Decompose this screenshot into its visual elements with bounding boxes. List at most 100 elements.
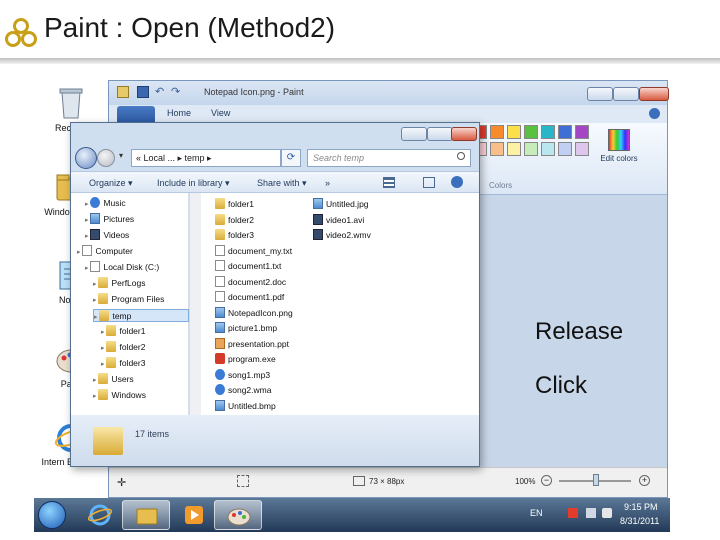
dialog-close-button[interactable] [451,127,477,141]
file-item[interactable]: NotepadIcon.png [215,306,293,320]
color-swatch[interactable] [575,125,589,139]
color-swatch[interactable] [575,142,589,156]
file-item[interactable]: Untitled.jpg [313,197,369,211]
taskbar-internet-explorer[interactable] [76,500,124,530]
tab-view[interactable]: View [211,108,230,118]
more-options-button[interactable]: » [325,178,330,188]
refresh-button[interactable]: ⟳ [281,149,301,167]
organize-button[interactable]: Organize ▾ [89,178,133,189]
tray-network-icon[interactable] [586,508,596,518]
taskbar-paint[interactable] [214,500,262,530]
image-icon [313,198,323,209]
tree-item-local-disk-c[interactable]: ▸ Local Disk (C:) [85,261,189,274]
paint-app-icon [117,86,129,98]
tree-item-music[interactable]: ▸ Music [85,197,189,210]
tree-item-computer[interactable]: ▸ Computer [77,245,189,258]
color-spectrum-icon [608,129,630,151]
file-item[interactable]: folder2 [215,213,254,227]
color-swatch[interactable] [507,125,521,139]
close-button[interactable] [639,87,669,101]
save-icon[interactable] [137,86,149,98]
help-icon[interactable] [451,176,463,188]
tab-home[interactable]: Home [167,108,191,118]
tree-item-folder2[interactable]: ▸ folder2 [101,341,189,354]
color-swatch[interactable] [541,125,555,139]
help-icon[interactable] [649,108,660,119]
tree-item-pictures[interactable]: ▸ Pictures [85,213,189,226]
zoom-out-button[interactable]: − [541,475,552,486]
preview-pane-icon[interactable] [423,177,435,188]
taskbar: EN 9:15 PM 8/31/2011 [34,498,670,532]
include-in-library-button[interactable]: Include in library ▾ [157,178,230,189]
file-item[interactable]: song2.wma [215,383,271,397]
file-item[interactable]: folder1 [215,197,254,211]
file-item[interactable]: program.exe [215,352,276,366]
color-swatch[interactable] [507,142,521,156]
file-menu-button[interactable] [117,106,155,122]
file-name: document1.pdf [228,292,285,302]
color-swatch[interactable] [490,125,504,139]
file-item[interactable]: presentation.ppt [215,337,289,351]
tree-item-label: folder2 [119,342,146,352]
tree-item-program-files[interactable]: ▸ Program Files [93,293,189,306]
taskbar-media-player[interactable] [170,500,218,530]
file-item[interactable]: picture1.bmp [215,321,277,335]
color-swatch[interactable] [558,125,572,139]
tree-item-folder3[interactable]: ▸ folder3 [101,357,189,370]
maximize-button[interactable] [613,87,639,101]
tray-alert-icon[interactable] [568,508,578,518]
color-swatch[interactable] [541,142,555,156]
recent-pages-chevron-icon[interactable]: ▾ [119,151,123,160]
zoom-slider-thumb[interactable] [593,474,599,486]
clock-date[interactable]: 8/31/2011 [620,516,659,526]
tree-item-users[interactable]: ▸ Users [93,373,189,386]
color-swatch[interactable] [490,142,504,156]
tree-item-windows[interactable]: ▸ Windows [93,389,189,402]
file-item[interactable]: Untitled.bmp [215,399,276,413]
zoom-in-button[interactable]: + [639,475,650,486]
redo-icon[interactable]: ↷ [171,85,180,98]
start-button[interactable] [38,501,66,529]
file-item[interactable]: song1.mp3 [215,368,270,382]
file-item[interactable]: video2.wmv [313,228,371,242]
back-button[interactable] [75,147,97,169]
color-swatch[interactable] [524,142,538,156]
tree-item-temp[interactable]: ▸ temp [93,309,189,322]
tray-volume-icon[interactable] [602,508,612,518]
change-view-icon[interactable] [383,177,395,188]
folder-icon [98,389,109,400]
edit-colors-button[interactable]: Edit colors [599,127,639,179]
folder-icon [98,293,109,304]
dialog-maximize-button[interactable] [427,127,453,141]
clock-time[interactable]: 9:15 PM [624,502,658,512]
file-name: NotepadIcon.png [228,307,293,318]
file-item[interactable]: document2.doc [215,275,286,289]
color-swatch[interactable] [558,142,572,156]
navigation-scrollbar[interactable] [189,193,201,415]
address-bar[interactable]: « Local ... ▸ temp ▸ [131,149,281,167]
internet-explorer-icon [87,504,113,526]
search-input[interactable]: Search temp [307,149,471,167]
taskbar-windows-explorer[interactable] [122,500,170,530]
media-player-icon [185,506,203,524]
audio-icon [215,384,225,395]
items-count: 17 items [135,429,170,439]
forward-button[interactable] [97,149,115,167]
tree-item-folder1[interactable]: ▸ folder1 [101,325,189,338]
color-swatch[interactable] [524,125,538,139]
file-item[interactable]: folder3 [215,228,254,242]
file-item[interactable]: document1.pdf [215,290,284,304]
dialog-minimize-button[interactable] [401,127,427,141]
tree-item-videos[interactable]: ▸ Videos [85,229,189,242]
file-item[interactable]: document_my.txt [215,244,292,258]
tree-item-perflogs[interactable]: ▸ PerfLogs [93,277,189,290]
input-language[interactable]: EN [530,508,543,518]
minimize-button[interactable] [587,87,613,101]
undo-icon[interactable]: ↶ [155,85,164,98]
share-with-button[interactable]: Share with ▾ [257,178,307,189]
folder-icon [215,213,225,225]
file-name: presentation.ppt [228,338,289,349]
file-name: document_my.txt [228,245,293,256]
file-item[interactable]: video1.avi [313,213,364,227]
file-item[interactable]: document1.txt [215,259,281,273]
